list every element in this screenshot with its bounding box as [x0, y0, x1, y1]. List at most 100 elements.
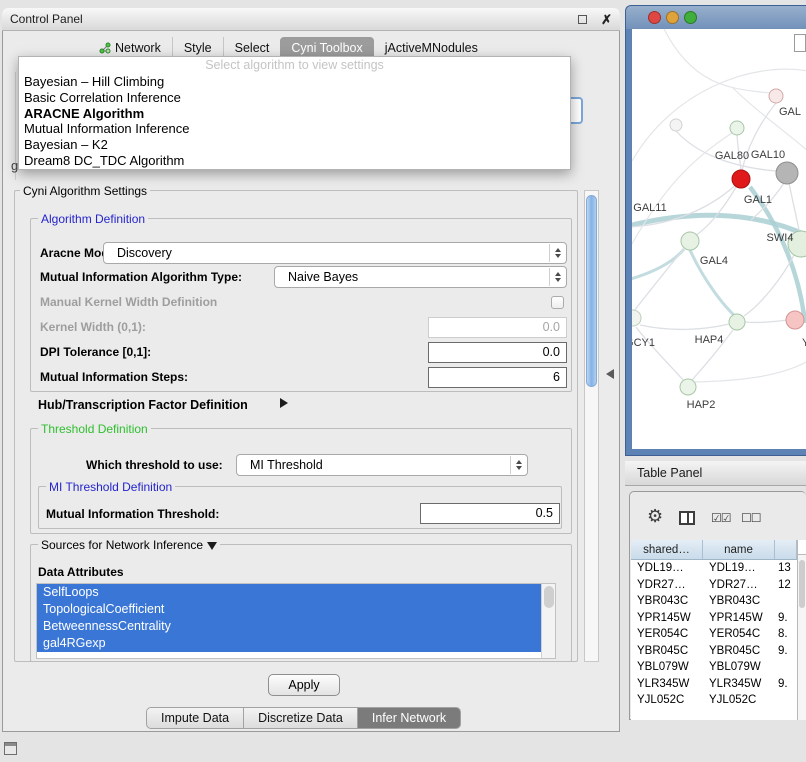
list-scrollbar-thumb[interactable] [544, 586, 554, 608]
node-label: GAL4 [700, 255, 728, 267]
table-scrollbar-thumb[interactable] [799, 560, 805, 608]
attribute-item-topologicalcoefficient[interactable]: TopologicalCoefficient [37, 601, 541, 618]
panel-dock-icon[interactable] [4, 742, 17, 755]
dropdown-item-dream8-dc-tdc-algorithm[interactable]: Dream8 DC_TDC Algorithm [19, 153, 570, 169]
mi-steps-label: Mutual Information Steps: [40, 370, 188, 384]
node-label: HAP4 [695, 334, 724, 346]
network-node[interactable] [729, 314, 745, 330]
expand-arrow-icon[interactable] [280, 398, 288, 408]
control-panel-titlebar[interactable]: Control Panel ✗ [2, 8, 620, 31]
table-cell: YDR27… [631, 579, 703, 591]
tab-jactivemnodules[interactable]: jActiveMNodules [374, 37, 489, 58]
header-cell-extra[interactable] [775, 540, 797, 559]
network-node[interactable] [786, 311, 804, 329]
table-cell: YLR345W [631, 678, 703, 690]
network-edge [636, 327, 684, 381]
close-icon[interactable]: ✗ [601, 13, 612, 26]
float-window-icon[interactable] [578, 15, 587, 24]
tab-label: Network [115, 41, 161, 55]
splitter-collapse-icon[interactable] [606, 369, 614, 379]
bottom-tab-impute-data[interactable]: Impute Data [146, 707, 244, 729]
table-cell: 13 [775, 562, 797, 574]
dropdown-item-mutual-information-inference[interactable]: Mutual Information Inference [19, 121, 570, 137]
header-cell-name[interactable]: name [703, 540, 775, 559]
dropdown-item-bayesian-hill-climbing[interactable]: Bayesian – Hill Climbing [19, 74, 570, 90]
algorithm-definition-legend: Algorithm Definition [38, 212, 148, 226]
data-table[interactable]: shared…name YDL19…YDL19…13YDR27…YDR27…12… [631, 540, 797, 720]
select-all-columns-icon[interactable]: ☑☑ [711, 511, 731, 525]
tab-network[interactable]: Network [88, 37, 172, 58]
table-cell: YBL079W [631, 661, 703, 673]
dropdown-item-bayesian-k2[interactable]: Bayesian – K2 [19, 137, 570, 153]
dpi-tolerance-field[interactable]: 0.0 [428, 342, 567, 363]
aracne-mode-combo[interactable]: Discovery [103, 242, 567, 264]
manual-kernel-checkbox[interactable] [551, 296, 564, 309]
tab-label: jActiveMNodules [385, 41, 478, 55]
table-row[interactable]: YJL052CYJL052C [631, 692, 797, 709]
table-row[interactable]: YDL19…YDL19…13 [631, 560, 797, 577]
overview-box[interactable] [794, 34, 806, 52]
network-node[interactable] [730, 121, 744, 135]
network-node[interactable] [632, 310, 641, 326]
table-row[interactable]: YDR27…YDR27…12 [631, 577, 797, 594]
table-cell: YDR27… [703, 579, 775, 591]
table-row[interactable]: YBL079WYBL079W [631, 659, 797, 676]
table-cell: YER054C [703, 628, 775, 640]
attribute-item-gal4rgexp[interactable]: gal4RGexp [37, 635, 541, 652]
dropdown-item-basic-correlation-inference[interactable]: Basic Correlation Inference [19, 90, 570, 106]
table-row[interactable]: YLR345WYLR345W9. [631, 676, 797, 693]
sources-legend[interactable]: Sources for Network Inference [38, 538, 220, 552]
bottom-tab-infer-network[interactable]: Infer Network [358, 707, 461, 729]
table-cell: YDL19… [703, 562, 775, 574]
network-node[interactable] [776, 162, 798, 184]
table-row[interactable]: YBR045CYBR045C9. [631, 643, 797, 660]
which-threshold-combo[interactable]: MI Threshold [236, 454, 528, 476]
tab-style[interactable]: Style [172, 37, 223, 58]
tab-cyni-toolbox[interactable]: Cyni Toolbox [280, 37, 373, 58]
window-title: Control Panel [10, 12, 83, 26]
network-node[interactable] [670, 119, 682, 131]
bottom-tab-discretize-data[interactable]: Discretize Data [244, 707, 358, 729]
table-panel-titlebar[interactable]: Table Panel [625, 461, 806, 486]
list-scrollbar[interactable] [541, 584, 555, 658]
tab-label: Select [235, 41, 270, 55]
table-row[interactable]: YPR145WYPR145W9. [631, 610, 797, 627]
mi-threshold-field[interactable]: 0.5 [420, 503, 560, 524]
settings-scrollbar[interactable] [584, 190, 599, 662]
header-cell-shared[interactable]: shared… [631, 540, 703, 559]
network-canvas[interactable]: GALGAL80GAL10GAL11GAL1SWI4GAL4GCY1HAP4YH… [632, 29, 806, 449]
combo-stepper-icon [549, 244, 565, 262]
table-row[interactable]: YER054CYER054C8. [631, 626, 797, 643]
network-node[interactable] [681, 232, 699, 250]
algorithm-dropdown-list: Bayesian – Hill ClimbingBasic Correlatio… [19, 74, 570, 169]
tab-select[interactable]: Select [223, 37, 281, 58]
table-body: YDL19…YDL19…13YDR27…YDR27…12YBR043CYBR04… [631, 560, 797, 709]
attribute-item-betweennesscentrality[interactable]: BetweennessCentrality [37, 618, 541, 635]
deselect-all-columns-icon[interactable]: ☐☐ [741, 511, 761, 525]
minimize-traffic-light[interactable] [666, 11, 679, 24]
network-node[interactable] [680, 379, 696, 395]
columns-icon[interactable] [679, 511, 695, 525]
collapse-arrow-icon[interactable] [207, 542, 217, 550]
mi-type-combo[interactable]: Naive Bayes [274, 266, 567, 288]
attribute-item-selfloops[interactable]: SelfLoops [37, 584, 541, 601]
gear-icon[interactable]: ⚙ [647, 507, 663, 525]
table-row[interactable]: YBR043CYBR043C [631, 593, 797, 610]
apply-button[interactable]: Apply [268, 674, 340, 696]
attribute-list[interactable]: SelfLoopsTopologicalCoefficientBetweenne… [36, 583, 556, 659]
kernel-width-field[interactable]: 0.0 [428, 317, 567, 338]
network-titlebar[interactable] [626, 6, 806, 29]
table-cell: YDL19… [631, 562, 703, 574]
table-scrollbar[interactable] [797, 540, 806, 720]
close-traffic-light[interactable] [648, 11, 661, 24]
network-node[interactable] [732, 170, 750, 188]
network-edge [632, 249, 684, 281]
scrollbar-thumb[interactable] [586, 195, 597, 387]
hub-definition-label[interactable]: Hub/Transcription Factor Definition [38, 398, 248, 412]
table-scrollbar-button[interactable] [798, 540, 806, 555]
dropdown-item-aracne-algorithm[interactable]: ARACNE Algorithm [19, 106, 570, 122]
table-cell: YBR045C [703, 645, 775, 657]
network-node[interactable] [769, 89, 783, 103]
zoom-traffic-light[interactable] [684, 11, 697, 24]
mi-steps-field[interactable]: 6 [428, 367, 567, 388]
